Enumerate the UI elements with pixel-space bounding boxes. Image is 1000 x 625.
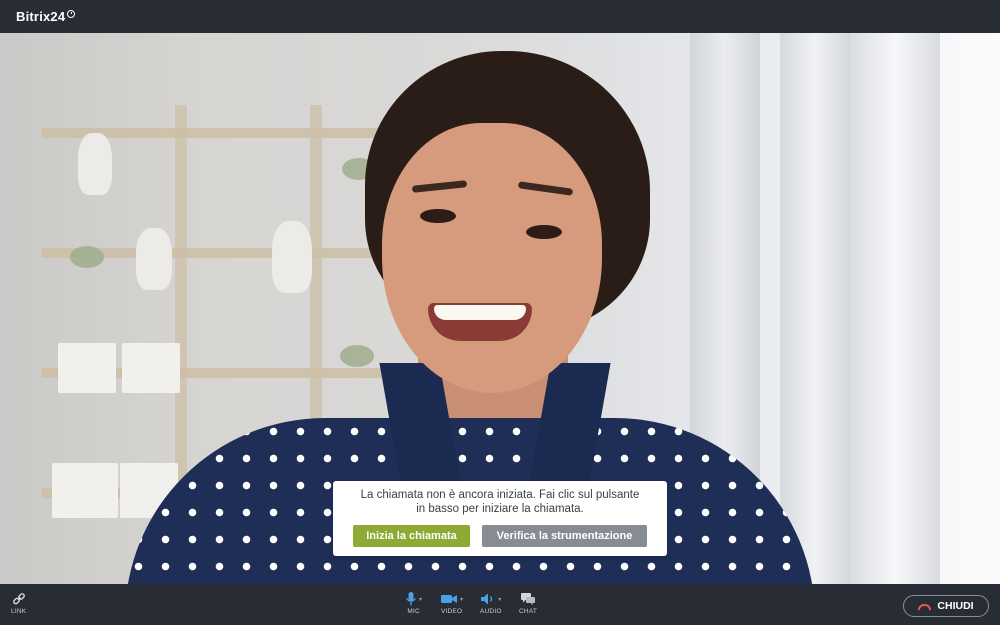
start-call-button[interactable]: Inizia la chiamata [353, 525, 470, 547]
teeth [434, 305, 526, 320]
check-equipment-button[interactable]: Verifica la strumentazione [482, 525, 647, 547]
eye [420, 209, 456, 223]
dialog-buttons: Inizia la chiamata Verifica la strumenta… [333, 525, 667, 547]
audio-control[interactable]: ▾ AUDIO [480, 590, 502, 615]
camera-icon: ▾ [440, 590, 463, 608]
mic-control[interactable]: ▾ MIC [405, 590, 422, 615]
speaker-icon: ▾ [480, 590, 501, 608]
chevron-down-icon[interactable]: ▾ [498, 596, 501, 603]
microphone-icon: ▾ [405, 590, 422, 608]
hangup-icon [918, 604, 932, 610]
chat-icon [520, 590, 536, 608]
logo: Bitrix24 [16, 9, 76, 24]
call-not-started-dialog: La chiamata non è ancora iniziata. Fai c… [333, 481, 667, 556]
dialog-message: La chiamata non è ancora iniziata. Fai c… [360, 489, 640, 515]
hangup-label: CHIUDI [937, 600, 974, 612]
mic-label: MIC [407, 608, 420, 615]
smile [428, 303, 532, 341]
audio-label: AUDIO [480, 608, 502, 615]
eye [526, 225, 562, 239]
link-icon [12, 590, 26, 608]
chevron-down-icon[interactable]: ▾ [460, 596, 463, 603]
video-label: VIDEO [440, 608, 463, 615]
hangup-button[interactable]: CHIUDI [903, 595, 989, 617]
video-control[interactable]: ▾ VIDEO [440, 590, 463, 615]
chat-control[interactable]: CHAT [519, 590, 537, 615]
face [382, 123, 602, 393]
link-control[interactable]: LINK [11, 590, 26, 615]
clock-icon [67, 9, 76, 18]
chat-label: CHAT [519, 608, 538, 615]
logo-text: Bitrix24 [16, 9, 66, 24]
link-label: LINK [11, 608, 27, 615]
bottom-control-bar: LINK ▾ MIC ▾ VIDEO ▾ AUDIO CHAT [0, 584, 1000, 625]
chevron-down-icon[interactable]: ▾ [419, 596, 422, 603]
top-bar: Bitrix24 [0, 0, 1000, 33]
